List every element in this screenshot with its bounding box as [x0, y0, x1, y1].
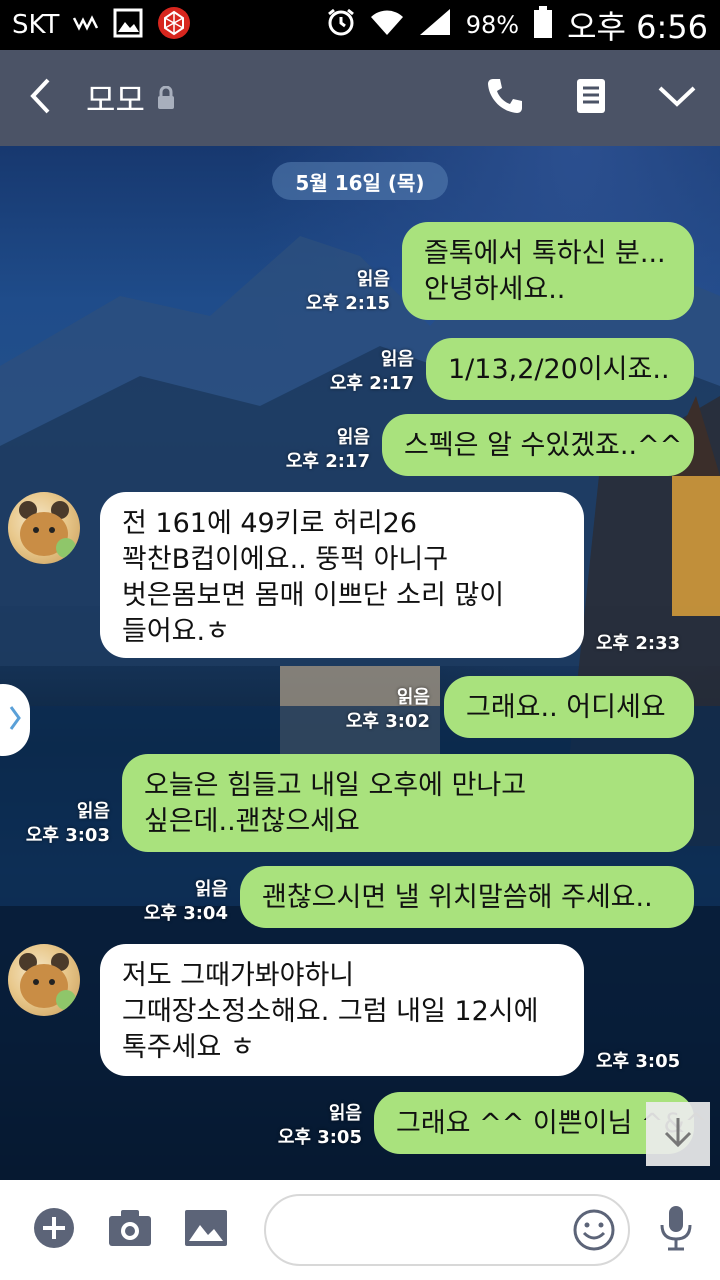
message-time: 오후 3:02: [345, 711, 430, 732]
read-receipt: 읽음: [194, 879, 228, 900]
read-receipt: 읽음: [380, 349, 414, 370]
smiley-icon[interactable]: [572, 1208, 616, 1256]
expand-button[interactable]: [634, 50, 720, 146]
carrier-label: SKT: [12, 10, 60, 40]
message-text: 들어요.ㅎ: [122, 616, 230, 647]
gallery-button[interactable]: [168, 1180, 244, 1280]
cell-signal-icon: [418, 7, 452, 43]
phone-icon: [485, 76, 525, 120]
message-time: 오후 2:17: [329, 373, 414, 394]
message-text: 즐톡에서 톡하신 분...: [424, 238, 666, 269]
message-meta: 읽음 오후 3:03: [20, 800, 110, 848]
message-meta: 읽음 오후 2:17: [324, 348, 414, 396]
message-time: 오후 3:04: [143, 903, 228, 924]
message-text: 괜찮으시면 낼 위치말씀해 주세요..: [262, 882, 653, 913]
scroll-to-bottom-button[interactable]: [646, 1102, 710, 1166]
arrow-down-icon: [661, 1115, 695, 1153]
message-time: 오후 3:05: [277, 1127, 362, 1148]
message-bubble-mine[interactable]: 그래요.. 어디세요: [444, 676, 694, 738]
camera-button[interactable]: [92, 1180, 168, 1280]
battery-icon: [533, 6, 553, 44]
message-time: 오후 3:03: [25, 825, 110, 846]
chat-area[interactable]: 5월 16일 (목) 즐톡에서 톡하신 분... 안녕하세요.. 읽음 오후 2…: [0, 146, 720, 1180]
chevron-right-icon: [8, 704, 22, 736]
image-icon: [184, 1209, 228, 1251]
read-receipt: 읽음: [76, 801, 110, 822]
document-icon: [576, 78, 606, 118]
read-receipt: 읽음: [396, 687, 430, 708]
message-text: 전 161에 49키로 허리26: [122, 508, 418, 539]
lock-icon: [157, 86, 175, 110]
message-time: 오후 3:05: [596, 1051, 681, 1072]
message-bubble-mine[interactable]: 오늘은 힘들고 내일 오후에 만나고 싶은데..괜찮으세요: [122, 754, 694, 852]
message-input-bar: [0, 1180, 720, 1280]
message-text: 그때장소정소해요. 그럼 내일 12시에: [122, 996, 539, 1027]
message-text: 1/13,2/20이시죠..: [448, 354, 670, 385]
chevron-down-icon: [657, 84, 697, 112]
message-field[interactable]: [264, 1194, 630, 1266]
battery-percent: 98%: [465, 11, 520, 39]
message-time: 오후 2:33: [596, 633, 681, 654]
wifi-icon: [370, 7, 404, 43]
read-receipt: 읽음: [356, 269, 390, 290]
message-bubble-mine[interactable]: 즐톡에서 톡하신 분... 안녕하세요..: [402, 222, 694, 320]
message-bubble-theirs[interactable]: 전 161에 49키로 허리26 꽉찬B컵이에요.. 뚱퍽 아니구 벗은몸보면 …: [100, 492, 584, 658]
message-meta: 읽음 오후 2:15: [300, 268, 390, 316]
chat-title: 모모: [86, 81, 145, 119]
message-text: 톡주세요 ㅎ: [122, 1032, 255, 1063]
message-meta: 오후 2:33: [596, 632, 692, 656]
message-meta: 읽음 오후 3:04: [138, 878, 228, 926]
call-button[interactable]: [462, 50, 548, 146]
read-receipt: 읽음: [328, 1103, 362, 1124]
message-input[interactable]: [288, 1196, 582, 1266]
message-text: 스펙은 알 수있겠죠..^^: [404, 430, 683, 461]
message-bubble-mine[interactable]: 괜찮으시면 낼 위치말씀해 주세요..: [240, 866, 694, 928]
status-bar: SKT 98% 오후 6:56: [0, 0, 720, 50]
message-bubble-theirs[interactable]: 저도 그때가봐야하니 그때장소정소해요. 그럼 내일 12시에 톡주세요 ㅎ: [100, 944, 584, 1076]
message-bubble-mine[interactable]: 스펙은 알 수있겠죠..^^: [382, 414, 694, 476]
message-meta: 읽음 오후 3:05: [272, 1102, 362, 1150]
message-meta: 오후 3:05: [596, 1050, 692, 1074]
message-text: 안녕하세요..: [424, 274, 566, 305]
message-text: 꽉찬B컵이에요.. 뚱퍽 아니구: [122, 544, 449, 575]
clock: 오후 6:56: [567, 8, 708, 46]
plus-circle-icon: [33, 1207, 75, 1253]
menu-button[interactable]: [548, 50, 634, 146]
chat-header: 모모: [0, 50, 720, 146]
app-notification-icon: [157, 6, 191, 44]
voice-button[interactable]: [640, 1180, 712, 1280]
avatar[interactable]: [8, 944, 80, 1016]
message-meta: 읽음 오후 2:17: [280, 426, 370, 474]
read-receipt: 읽음: [336, 427, 370, 448]
date-separator: 5월 16일 (목): [272, 162, 448, 200]
message-text: 오늘은 힘들고 내일 오후에 만나고: [144, 770, 527, 801]
message-text: 그래요.. 어디세요: [466, 692, 666, 723]
add-attachment-button[interactable]: [16, 1180, 92, 1280]
chevron-left-icon: [28, 77, 52, 119]
gallery-notification-icon: [113, 8, 143, 42]
message-meta: 읽음 오후 3:02: [340, 686, 430, 734]
microphone-icon: [659, 1205, 693, 1255]
camera-icon: [108, 1209, 152, 1251]
message-time: 오후 2:17: [285, 451, 370, 472]
signal-wave-icon: [73, 15, 99, 35]
back-button[interactable]: [0, 50, 80, 146]
message-bubble-mine[interactable]: 1/13,2/20이시죠..: [426, 338, 694, 400]
alarm-icon: [326, 7, 356, 43]
message-time: 오후 2:15: [305, 293, 390, 314]
message-text: 벗은몸보면 몸매 이쁘단 소리 많이: [122, 580, 505, 611]
avatar[interactable]: [8, 492, 80, 564]
message-text: 저도 그때가봐야하니: [122, 960, 355, 991]
message-text: 그래요 ^^ 이쁜이님 ^&^: [396, 1108, 708, 1139]
message-text: 싶은데..괜찮으세요: [144, 806, 360, 837]
